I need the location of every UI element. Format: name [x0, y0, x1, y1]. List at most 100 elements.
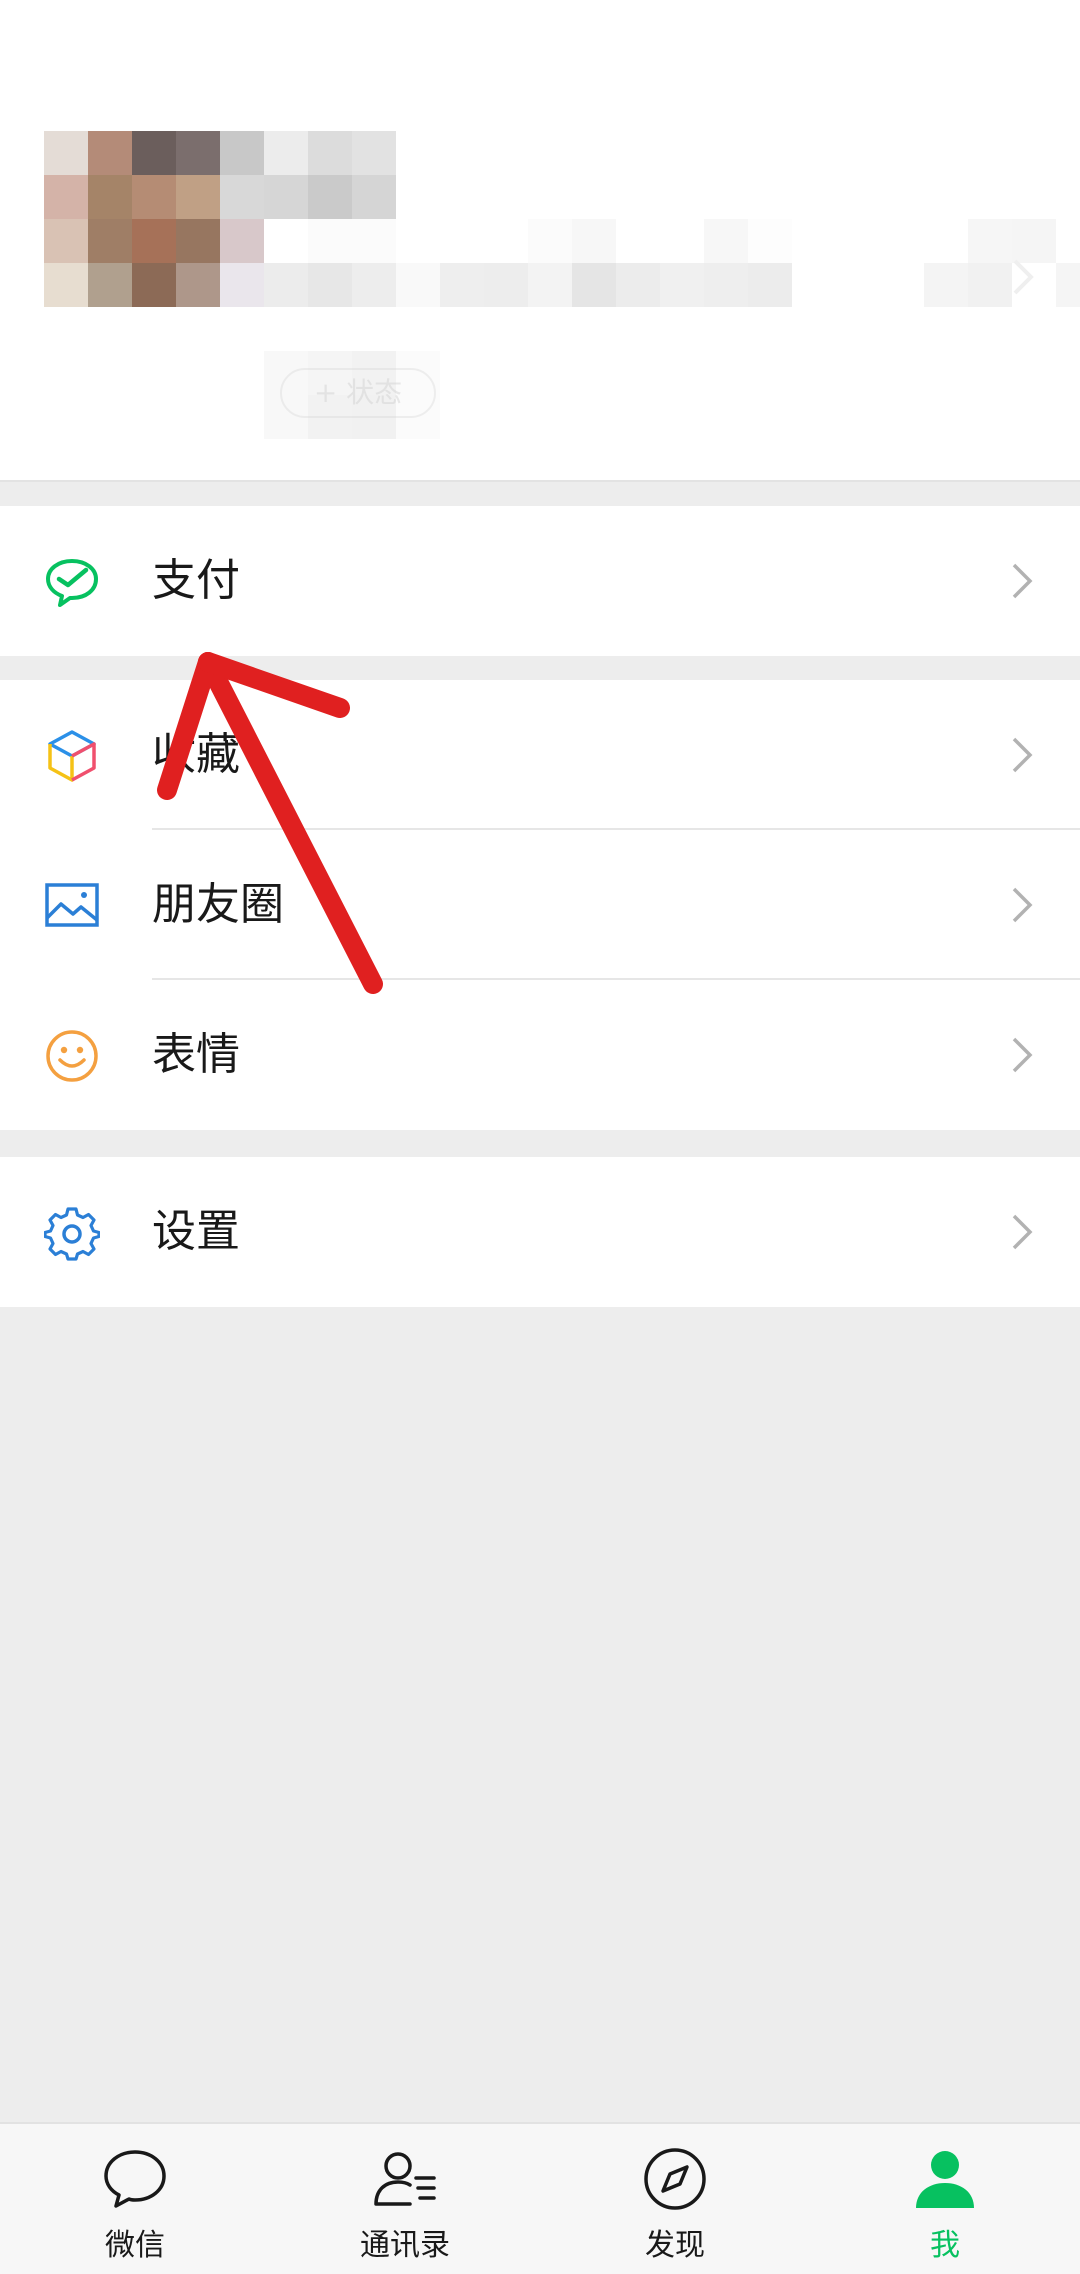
name-pixel [836, 219, 880, 263]
person-icon [916, 2151, 974, 2208]
chevron-right-icon [1012, 1214, 1033, 1250]
menu-label-stickers: 表情 [152, 1029, 240, 1080]
name-pixel [484, 263, 528, 307]
name-pixel [836, 263, 880, 307]
chevron-right-icon [1012, 1037, 1033, 1073]
name-pixel [264, 263, 308, 307]
chat-bubble-icon [104, 2150, 166, 2208]
tab-label-chats: 微信 [105, 2228, 165, 2263]
name-pixel [968, 219, 1012, 263]
tab-chats[interactable]: 微信 [0, 2124, 270, 2274]
contacts-icon [374, 2152, 436, 2206]
name-pixel [880, 219, 924, 263]
avatar-pixel [176, 219, 220, 263]
name-pixel [880, 263, 924, 307]
menu-item-pay[interactable]: 支付 [0, 506, 1080, 656]
name-pixel [616, 219, 660, 263]
profile-name-blurred [264, 219, 1080, 307]
menu-group-settings: 设置 [0, 1157, 1080, 1307]
avatar-pixel [264, 131, 308, 175]
avatar-pixel [132, 219, 176, 263]
avatar-pixel [176, 131, 220, 175]
tab-contacts[interactable]: 通讯录 [270, 2124, 540, 2274]
chevron-right-icon [1013, 259, 1034, 295]
avatar-pixel [44, 131, 88, 175]
menu-group-pay: 支付 [0, 506, 1080, 656]
name-pixel [748, 219, 792, 263]
name-pixel [1056, 219, 1080, 263]
smiley-face-icon [46, 1030, 98, 1082]
name-pixel [352, 263, 396, 307]
name-pixel [484, 219, 528, 263]
avatar-pixel [220, 263, 264, 307]
avatar-pixel [220, 131, 264, 175]
tab-me[interactable]: 我 [810, 2124, 1080, 2274]
name-pixel [704, 219, 748, 263]
menu-label-moments: 朋友圈 [152, 879, 284, 930]
avatar-pixel [308, 131, 352, 175]
name-pixel [440, 219, 484, 263]
avatar-pixel [264, 175, 308, 219]
status-button[interactable]: + 状态 [280, 368, 436, 418]
tab-label-discover: 发现 [645, 2228, 705, 2263]
avatar-pixel [132, 263, 176, 307]
tab-label-contacts: 通讯录 [360, 2228, 450, 2263]
name-pixel [528, 263, 572, 307]
compass-icon [644, 2148, 706, 2210]
name-pixel [308, 219, 352, 263]
avatar-pixel [88, 219, 132, 263]
bottom-tab-bar: 微信 通讯录 发现 我 [0, 2122, 1080, 2274]
name-pixel [396, 219, 440, 263]
avatar-pixel [308, 175, 352, 219]
name-pixel [748, 263, 792, 307]
name-pixel [1056, 263, 1080, 307]
avatar-pixel [44, 219, 88, 263]
name-pixel [440, 263, 484, 307]
avatar-pixel [44, 175, 88, 219]
name-pixel [924, 263, 968, 307]
moments-photo-icon [45, 883, 99, 927]
avatar-pixel [352, 175, 396, 219]
avatar-pixel [176, 175, 220, 219]
avatar-pixel [132, 131, 176, 175]
name-pixel [968, 263, 1012, 307]
avatar-pixel [176, 263, 220, 307]
gear-icon [44, 1207, 100, 1261]
avatar-pixel [220, 175, 264, 219]
menu-item-stickers[interactable]: 表情 [0, 980, 1080, 1130]
avatar-pixel [88, 263, 132, 307]
menu-group-content: 收藏 朋友圈 表情 [0, 680, 1080, 1130]
menu-label-settings: 设置 [152, 1206, 240, 1257]
menu-label-pay: 支付 [152, 555, 240, 606]
tab-label-me: 我 [930, 2228, 960, 2263]
chevron-right-icon [1012, 563, 1033, 599]
name-pixel [352, 219, 396, 263]
name-pixel [264, 219, 308, 263]
favorites-cube-icon [48, 730, 96, 782]
avatar-pixel [220, 219, 264, 263]
name-pixel [396, 263, 440, 307]
name-pixel [660, 219, 704, 263]
menu-item-settings[interactable]: 设置 [0, 1157, 1080, 1307]
name-pixel [704, 263, 748, 307]
name-pixel [528, 219, 572, 263]
avatar-pixel [352, 131, 396, 175]
tab-discover[interactable]: 发现 [540, 2124, 810, 2274]
wechat-pay-icon [46, 559, 98, 607]
avatar-pixel [132, 175, 176, 219]
name-pixel [792, 263, 836, 307]
avatar-pixel [88, 131, 132, 175]
avatar-pixel [88, 175, 132, 219]
name-pixel [924, 219, 968, 263]
profile-header[interactable]: + 状态 [0, 0, 1080, 482]
name-pixel [308, 263, 352, 307]
name-pixel [572, 263, 616, 307]
menu-item-moments[interactable]: 朋友圈 [0, 830, 1080, 980]
menu-item-favorites[interactable]: 收藏 [0, 680, 1080, 830]
avatar-pixel [44, 263, 88, 307]
menu-label-favorites: 收藏 [152, 729, 240, 780]
chevron-right-icon [1012, 887, 1033, 923]
name-pixel [616, 263, 660, 307]
name-pixel [572, 219, 616, 263]
chevron-right-icon [1012, 737, 1033, 773]
